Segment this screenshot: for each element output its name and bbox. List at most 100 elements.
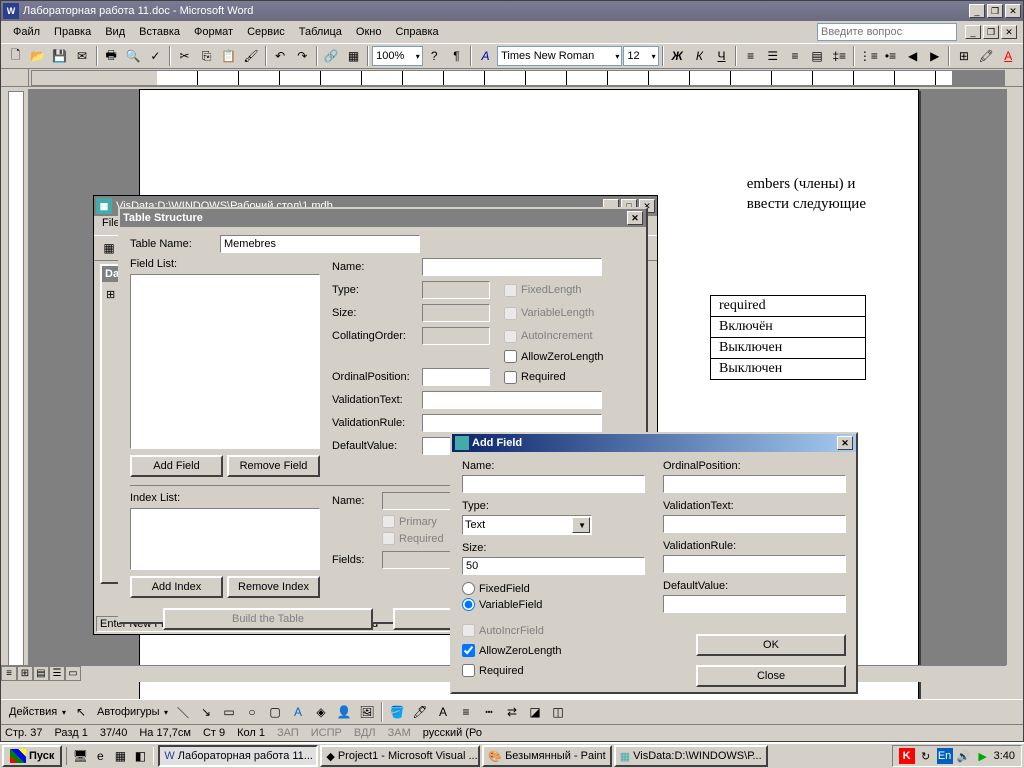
ts-name-input[interactable]: [422, 258, 602, 276]
task-button[interactable]: 🎨Безымянный - Paint: [482, 745, 611, 767]
doc-restore-button[interactable]: ❐: [983, 25, 999, 39]
save-icon[interactable]: 💾: [49, 45, 70, 67]
font-color-draw-icon[interactable]: A: [432, 701, 454, 723]
menu-view[interactable]: Вид: [99, 24, 131, 40]
justify-icon[interactable]: ▤: [807, 45, 828, 67]
af-default-input[interactable]: [663, 595, 846, 613]
table-cell[interactable]: Включён: [711, 317, 866, 338]
menu-window[interactable]: Окно: [350, 24, 388, 40]
remove-index-button[interactable]: Remove Index: [227, 576, 320, 598]
validation-text-input[interactable]: [422, 391, 602, 409]
menu-insert[interactable]: Вставка: [133, 24, 186, 40]
index-list[interactable]: [130, 508, 320, 570]
menu-edit[interactable]: Правка: [48, 24, 97, 40]
undo-icon[interactable]: ↶: [270, 45, 291, 67]
new-doc-icon[interactable]: 🗋: [5, 45, 26, 67]
indent-icon[interactable]: ▶: [924, 45, 945, 67]
menu-format[interactable]: Формат: [188, 24, 239, 40]
print-icon[interactable]: 🖶: [101, 45, 122, 67]
horizontal-ruler[interactable]: [1, 69, 1023, 87]
styles-icon[interactable]: A: [475, 45, 496, 67]
paste-icon[interactable]: 📋: [218, 45, 239, 67]
doc-minimize-button[interactable]: _: [965, 25, 981, 39]
vertical-ruler[interactable]: [1, 89, 29, 665]
add-index-button[interactable]: Add Index: [130, 576, 223, 598]
wordart-icon[interactable]: A: [287, 701, 309, 723]
table-cell[interactable]: required: [711, 296, 866, 317]
tray-run-icon[interactable]: ▶: [975, 748, 991, 764]
table-cell[interactable]: Выключен: [711, 359, 866, 380]
shadow-icon[interactable]: ◪: [524, 701, 546, 723]
menu-file[interactable]: Файл: [7, 24, 46, 40]
ql-ie-icon[interactable]: e: [91, 747, 109, 765]
numbering-icon[interactable]: ⋮≡: [858, 45, 879, 67]
align-center-icon[interactable]: ☰: [762, 45, 783, 67]
validation-rule-input[interactable]: [422, 414, 602, 432]
tray-vol-icon[interactable]: 🔊: [956, 748, 972, 764]
task-button[interactable]: ◆Project1 - Microsoft Visual ...: [320, 745, 480, 767]
af-close-button[interactable]: Close: [696, 665, 846, 687]
menu-help[interactable]: Справка: [389, 24, 444, 40]
clipart-icon[interactable]: 👤: [333, 701, 355, 723]
oval-icon[interactable]: ○: [241, 701, 263, 723]
maximize-button[interactable]: ❐: [987, 4, 1003, 18]
borders-icon[interactable]: ⊞: [953, 45, 974, 67]
dash-style-icon[interactable]: ┅: [478, 701, 500, 723]
arrow-style-icon[interactable]: ⇄: [501, 701, 523, 723]
doc-close-button[interactable]: ✕: [1001, 25, 1017, 39]
arrow-icon[interactable]: ↘: [195, 701, 217, 723]
underline-icon[interactable]: Ч: [711, 45, 732, 67]
remove-field-button[interactable]: Remove Field: [227, 455, 320, 477]
select-icon[interactable]: ↖: [70, 701, 92, 723]
textbox-icon[interactable]: ▢: [264, 701, 286, 723]
af-size-input[interactable]: [462, 557, 645, 575]
fontsize-combo[interactable]: 12: [623, 46, 658, 66]
ql-desktop-icon[interactable]: 🖥: [71, 747, 89, 765]
help-search-input[interactable]: [817, 23, 957, 41]
tables-borders-icon[interactable]: ▦: [343, 45, 364, 67]
preview-icon[interactable]: 🔍: [123, 45, 144, 67]
af-allow-zero-check[interactable]: [462, 644, 475, 657]
ts-close-icon[interactable]: ✕: [627, 211, 643, 225]
af-vtext-input[interactable]: [663, 515, 846, 533]
spellcheck-icon[interactable]: ✓: [145, 45, 166, 67]
line-icon[interactable]: ＼: [172, 701, 194, 723]
field-list[interactable]: [130, 274, 320, 449]
start-button[interactable]: Пуск: [2, 745, 62, 767]
minimize-button[interactable]: _: [969, 4, 985, 18]
bullets-icon[interactable]: •≡: [880, 45, 901, 67]
hyperlink-icon[interactable]: 🔗: [321, 45, 342, 67]
ql-app2-icon[interactable]: ◧: [131, 747, 149, 765]
close-button[interactable]: ✕: [1005, 4, 1021, 18]
af-vrule-input[interactable]: [663, 555, 846, 573]
menu-tools[interactable]: Сервис: [241, 24, 291, 40]
ordinal-input[interactable]: [422, 368, 490, 386]
copy-icon[interactable]: ⎘: [196, 45, 217, 67]
vd-tool-icon[interactable]: ▦: [98, 237, 120, 259]
line-style-icon[interactable]: ≡: [455, 701, 477, 723]
table-cell[interactable]: Выключен: [711, 338, 866, 359]
af-close-icon[interactable]: ✕: [837, 436, 853, 450]
open-icon[interactable]: 📂: [27, 45, 48, 67]
af-type-combo[interactable]: Text: [462, 515, 592, 535]
font-color-icon[interactable]: A: [998, 45, 1019, 67]
normal-view-icon[interactable]: ≡: [1, 666, 17, 681]
af-ordinal-input[interactable]: [663, 475, 846, 493]
bold-icon[interactable]: Ж: [667, 45, 688, 67]
font-combo[interactable]: Times New Roman: [497, 46, 622, 66]
clock[interactable]: 3:40: [994, 750, 1015, 762]
autoshapes-menu[interactable]: Автофигуры: [93, 702, 171, 722]
menu-table[interactable]: Таблица: [293, 24, 348, 40]
af-ok-button[interactable]: OK: [696, 634, 846, 656]
outline-view-icon[interactable]: ☰: [49, 666, 65, 681]
ql-app-icon[interactable]: ▦: [111, 747, 129, 765]
variable-field-radio[interactable]: [462, 598, 475, 611]
rectangle-icon[interactable]: ▭: [218, 701, 240, 723]
picture-icon[interactable]: 🖼: [356, 701, 378, 723]
fill-color-icon[interactable]: 🪣: [386, 701, 408, 723]
zoom-combo[interactable]: 100%: [372, 46, 423, 66]
tray-sync-icon[interactable]: ↻: [918, 748, 934, 764]
web-view-icon[interactable]: ⊞: [17, 666, 33, 681]
italic-icon[interactable]: К: [689, 45, 710, 67]
align-left-icon[interactable]: ≡: [740, 45, 761, 67]
